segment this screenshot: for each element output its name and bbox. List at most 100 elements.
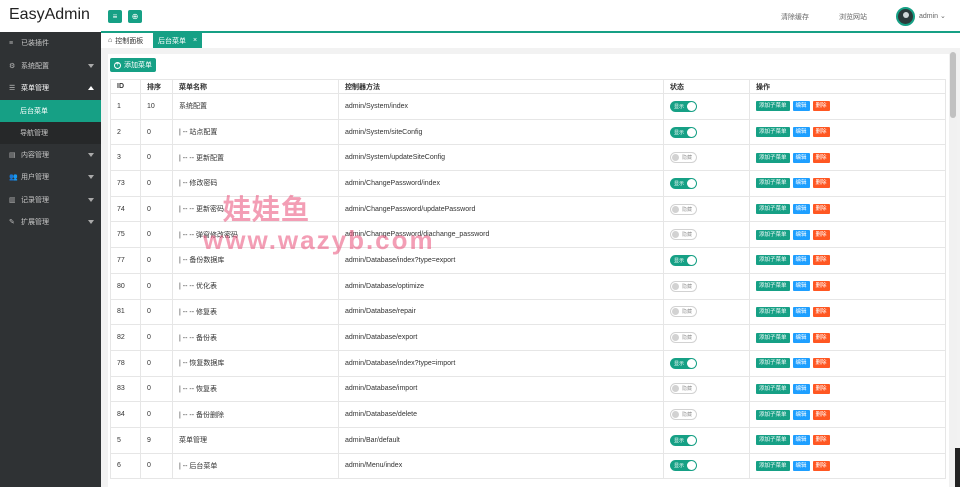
add-submenu-button[interactable]: 添加子菜单: [756, 255, 790, 266]
delete-button[interactable]: 删除: [812, 255, 830, 266]
edit-button[interactable]: 编辑: [792, 306, 810, 317]
add-submenu-button[interactable]: 添加子菜单: [756, 435, 790, 446]
status-toggle[interactable]: 显示: [670, 434, 697, 446]
sidebar-subitem-admin-menu[interactable]: 后台菜单: [0, 99, 101, 122]
delete-button[interactable]: 删除: [812, 101, 830, 112]
status-toggle[interactable]: 隐藏: [670, 280, 697, 292]
column-header[interactable]: 控制器方法: [338, 79, 664, 94]
delete-button[interactable]: 删除: [812, 127, 830, 138]
status-toggle[interactable]: 隐藏: [670, 332, 697, 344]
column-header[interactable]: 状态: [663, 79, 750, 94]
status-toggle[interactable]: 隐藏: [670, 229, 697, 241]
delete-button[interactable]: 删除: [812, 358, 830, 369]
sidebar-item-logs[interactable]: ▥ 记录管理: [0, 189, 101, 212]
edit-button[interactable]: 编辑: [792, 409, 810, 420]
column-header[interactable]: ID: [110, 79, 141, 94]
chevron-down-icon: [88, 152, 94, 157]
status-toggle[interactable]: 隐藏: [670, 203, 697, 215]
delete-button[interactable]: 删除: [812, 306, 830, 317]
edit-button[interactable]: 编辑: [792, 358, 810, 369]
sidebar-item-users[interactable]: 👥 用户管理: [0, 166, 101, 189]
menu-toggle-button[interactable]: ≡: [108, 10, 122, 23]
edit-button[interactable]: 编辑: [792, 204, 810, 215]
cell-actions: 添加子菜单 编辑 删除: [749, 426, 946, 454]
add-submenu-button[interactable]: 添加子菜单: [756, 127, 790, 138]
chevron-up-icon: [88, 86, 94, 90]
add-submenu-button[interactable]: 添加子菜单: [756, 306, 790, 317]
status-toggle[interactable]: 隐藏: [670, 383, 697, 395]
add-submenu-button[interactable]: 添加子菜单: [756, 383, 790, 394]
globe-button[interactable]: ⊕: [128, 10, 142, 23]
cell-method: admin/Database/delete: [338, 401, 664, 428]
add-submenu-button[interactable]: 添加子菜单: [756, 101, 790, 112]
user-menu[interactable]: admin ⌄: [919, 12, 946, 20]
status-toggle[interactable]: 显示: [670, 357, 697, 369]
edit-button[interactable]: 编辑: [792, 101, 810, 112]
cell-id: 83: [110, 375, 141, 403]
tab-admin-menu[interactable]: 后台菜单 ×: [153, 33, 203, 48]
status-toggle[interactable]: 显示: [670, 254, 697, 266]
edit-button[interactable]: 编辑: [792, 229, 810, 240]
delete-button[interactable]: 删除: [812, 409, 830, 420]
delete-button[interactable]: 删除: [812, 460, 830, 471]
edit-button[interactable]: 编辑: [792, 178, 810, 189]
sidebar-subitem-nav[interactable]: 导航管理: [0, 121, 101, 144]
edit-button[interactable]: 编辑: [792, 152, 810, 163]
add-submenu-button[interactable]: 添加子菜单: [756, 204, 790, 215]
clear-cache-link[interactable]: 清除缓存: [781, 12, 809, 22]
status-toggle[interactable]: 隐藏: [670, 152, 697, 164]
add-submenu-button[interactable]: 添加子菜单: [756, 152, 790, 163]
add-submenu-button[interactable]: 添加子菜单: [756, 358, 790, 369]
edit-button[interactable]: 编辑: [792, 383, 810, 394]
sidebar-item-content[interactable]: ▤ 内容管理: [0, 144, 101, 167]
status-toggle[interactable]: 显示: [670, 177, 697, 189]
add-menu-button[interactable]: + 添加菜单: [110, 58, 156, 72]
delete-button[interactable]: 删除: [812, 383, 830, 394]
edit-button[interactable]: 编辑: [792, 127, 810, 138]
scrollbar-thumb[interactable]: [950, 52, 956, 118]
add-submenu-button[interactable]: 添加子菜单: [756, 409, 790, 420]
edit-button[interactable]: 编辑: [792, 281, 810, 292]
tab-dashboard[interactable]: ⌂ 控制面板: [103, 33, 148, 48]
avatar[interactable]: [896, 7, 915, 26]
side-widget[interactable]: [955, 448, 960, 487]
status-toggle[interactable]: 隐藏: [670, 409, 697, 421]
sidebar-item-plugins[interactable]: ≡ 已装插件: [0, 32, 101, 55]
edit-button[interactable]: 编辑: [792, 332, 810, 343]
browse-site-link[interactable]: 浏览网站: [839, 12, 867, 22]
users-icon: 👥: [9, 174, 18, 182]
add-submenu-button[interactable]: 添加子菜单: [756, 229, 790, 240]
edit-button[interactable]: 编辑: [792, 460, 810, 471]
add-submenu-button[interactable]: 添加子菜单: [756, 460, 790, 471]
status-toggle[interactable]: 显示: [670, 460, 697, 472]
status-toggle[interactable]: 显示: [670, 126, 697, 138]
delete-button[interactable]: 删除: [812, 178, 830, 189]
delete-button[interactable]: 删除: [812, 332, 830, 343]
delete-button[interactable]: 删除: [812, 204, 830, 215]
add-submenu-button[interactable]: 添加子菜单: [756, 332, 790, 343]
edit-button[interactable]: 编辑: [792, 255, 810, 266]
column-header[interactable]: 操作: [749, 79, 946, 94]
log-icon: ▥: [9, 196, 16, 204]
delete-button[interactable]: 删除: [812, 229, 830, 240]
edit-button[interactable]: 编辑: [792, 435, 810, 446]
delete-button[interactable]: 删除: [812, 435, 830, 446]
sidebar-item-menu[interactable]: ☰ 菜单管理: [0, 77, 101, 100]
sidebar-item-extensions[interactable]: ✎ 扩展管理: [0, 211, 101, 234]
status-toggle[interactable]: 隐藏: [670, 306, 697, 318]
scrollbar[interactable]: [949, 50, 957, 487]
delete-button[interactable]: 删除: [812, 152, 830, 163]
hamburger-icon: ≡: [112, 11, 118, 21]
delete-button[interactable]: 删除: [812, 281, 830, 292]
cell-method: admin/Database/index?type=import: [338, 349, 664, 377]
cell-method: admin/Database/optimize: [338, 272, 664, 300]
table-row: 84 0 | -- -- 备份删除 admin/Database/delete 隐藏 添加…: [110, 401, 946, 428]
cell-sort: 0: [140, 324, 173, 351]
column-header[interactable]: 排序: [140, 79, 173, 94]
status-toggle[interactable]: 显示: [670, 100, 697, 112]
sidebar-item-system[interactable]: ⚙ 系统配置: [0, 55, 101, 78]
add-submenu-button[interactable]: 添加子菜单: [756, 281, 790, 292]
close-icon[interactable]: ×: [193, 37, 197, 44]
column-header[interactable]: 菜单名称: [172, 79, 339, 94]
add-submenu-button[interactable]: 添加子菜单: [756, 178, 790, 189]
